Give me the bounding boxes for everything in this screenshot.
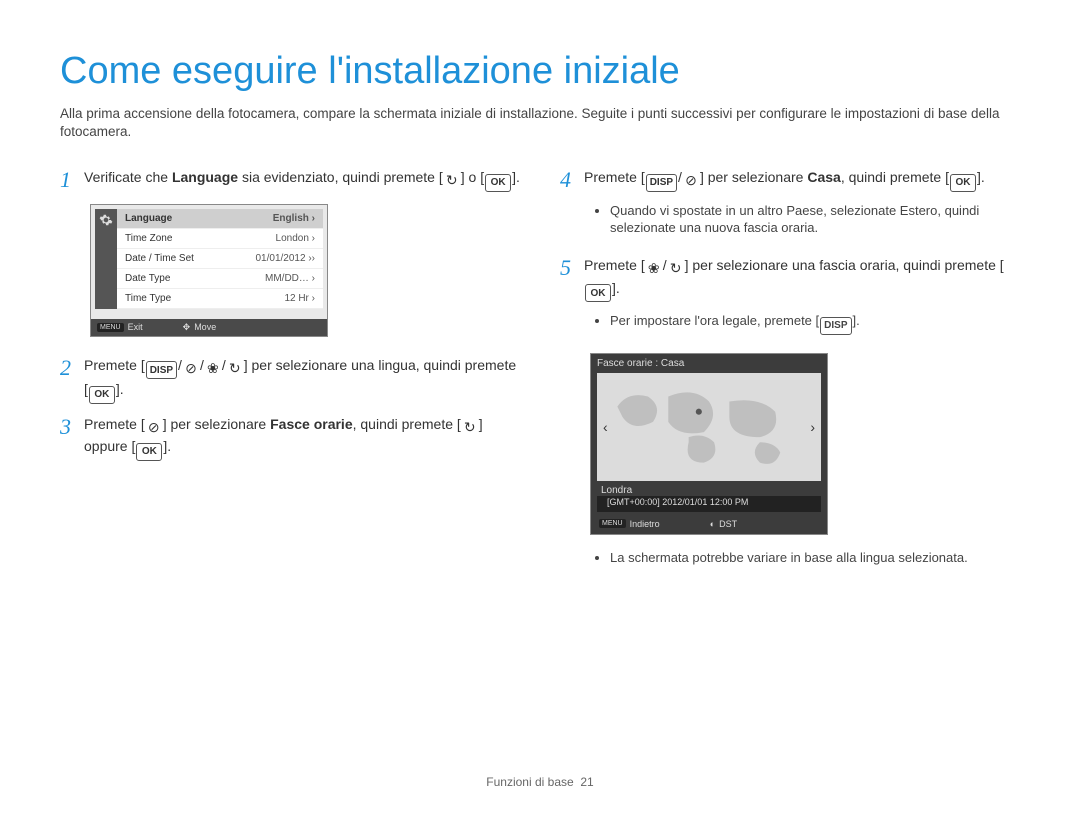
s5-bullet-b: . xyxy=(856,313,860,328)
step1-or: o xyxy=(465,169,481,185)
step3-text-a: Premete xyxy=(84,416,141,432)
step3-period: . xyxy=(167,438,171,454)
move-label: Move xyxy=(194,322,216,332)
timer-icon: ↻ xyxy=(226,359,244,377)
step4-text-b: per selezionare xyxy=(704,169,808,185)
step3-fasce: Fasce orarie xyxy=(270,416,353,432)
step4-text-a: Premete xyxy=(584,169,641,185)
step-number: 4 xyxy=(560,167,584,191)
macro-icon: ❀ xyxy=(645,260,663,278)
step-number: 5 xyxy=(560,255,584,279)
menu-tag: MENU xyxy=(97,323,124,332)
step3-text-d: , quindi premete xyxy=(353,416,457,432)
table-row: Date / Time Set01/01/2012 ›› xyxy=(117,249,323,269)
sc2-title: Fasce orarie : Casa xyxy=(591,354,827,373)
page-footer: Funzioni di base 21 xyxy=(0,775,1080,789)
lcd-timezone-screen: Fasce orarie : Casa ‹ › Londra [GMT+00:0… xyxy=(590,353,828,535)
intro-text: Alla prima accensione della fotocamera, … xyxy=(60,105,1020,141)
disp-button-icon: DISP xyxy=(646,174,677,192)
dst-label: DST xyxy=(719,519,737,529)
settings-table: LanguageEnglish › Time ZoneLondon › Date… xyxy=(117,209,323,309)
chevron-left-icon: ‹ xyxy=(597,419,614,435)
step-5: 5 Premete [❀/↻] per selezionare una fasc… xyxy=(560,255,1020,302)
table-row: Date TypeMM/DD… › xyxy=(117,269,323,289)
ok-button-icon: OK xyxy=(585,284,611,302)
disp-button-icon: DISP xyxy=(820,317,851,335)
sc2-gmt: [GMT+00:00] 2012/01/01 12:00 PM xyxy=(597,496,821,512)
table-row: LanguageEnglish › xyxy=(117,209,323,229)
right-column: 4 Premete [DISP/⊘] per selezionare Casa,… xyxy=(560,167,1020,584)
macro-icon: ❀ xyxy=(204,359,222,377)
menu-tag: MENU xyxy=(599,519,626,528)
step2-period: . xyxy=(120,381,124,397)
table-row: Time ZoneLondon › xyxy=(117,229,323,249)
step-4: 4 Premete [DISP/⊘] per selezionare Casa,… xyxy=(560,167,1020,192)
map-svg xyxy=(597,373,821,481)
ok-button-icon: OK xyxy=(950,174,976,192)
step5-text-a: Premete xyxy=(584,257,641,273)
timer-icon: ↻ xyxy=(461,418,479,436)
step4-period: . xyxy=(981,169,985,185)
step2-text-b: per selezionare una lingua, quindi preme… xyxy=(248,357,517,373)
timer-icon: ↻ xyxy=(667,260,685,278)
s4-bullet-a: Quando vi spostate in un altro Paese, se… xyxy=(610,203,900,218)
step4-text-d: , quindi premete xyxy=(841,169,945,185)
step5-period: . xyxy=(616,280,620,296)
flash-icon: ⊘ xyxy=(682,172,700,190)
s5-note-text: La schermata potrebbe variare in base al… xyxy=(610,549,1020,567)
step3-text-b: per selezionare xyxy=(167,416,271,432)
step-2: 2 Premete [DISP/⊘/❀/↻] per selezionare u… xyxy=(60,355,520,404)
step1-language: Language xyxy=(172,169,238,185)
step-number: 1 xyxy=(60,167,84,191)
world-map: ‹ › xyxy=(597,373,821,481)
step-3: 3 Premete [⊘] per selezionare Fasce orar… xyxy=(60,414,520,461)
page-title: Come eseguire l'installazione iniziale xyxy=(60,50,1020,93)
flash-icon: ⊘ xyxy=(145,418,163,436)
sc2-city: Londra xyxy=(591,481,827,496)
gear-icon xyxy=(95,209,117,309)
step4-bullets: Quando vi spostate in un altro Paese, se… xyxy=(594,202,1020,237)
exit-label: Exit xyxy=(128,322,143,332)
footer-page: 21 xyxy=(580,775,593,789)
footer-section: Funzioni di base xyxy=(486,775,573,789)
step5-text-b: per selezionare una fascia oraria, quind… xyxy=(688,257,999,273)
lcd-settings-screen: LanguageEnglish › Time ZoneLondon › Date… xyxy=(90,204,328,337)
step-number: 3 xyxy=(60,414,84,438)
step1-period: . xyxy=(516,169,520,185)
step5-note: La schermata potrebbe variare in base al… xyxy=(594,549,1020,567)
step-number: 2 xyxy=(60,355,84,379)
left-column: 1 Verificate che Language sia evidenziat… xyxy=(60,167,520,584)
ok-button-icon: OK xyxy=(485,174,511,192)
back-label: Indietro xyxy=(630,519,660,529)
s5-bullet-a: Per impostare l'ora legale, premete xyxy=(610,313,816,328)
table-row: Time Type12 Hr › xyxy=(117,289,323,309)
flash-icon: ⊘ xyxy=(182,359,200,377)
step-1: 1 Verificate che Language sia evidenziat… xyxy=(60,167,520,192)
s4-estero: Estero xyxy=(900,203,938,218)
timer-icon: ↻ xyxy=(443,172,461,190)
disp-button-icon: DISP xyxy=(146,361,177,379)
ok-button-icon: OK xyxy=(89,386,115,404)
step1-text-a: Verificate che xyxy=(84,169,172,185)
dst-toggle-icon: ◐ xyxy=(710,519,715,529)
step3-or: oppure xyxy=(84,438,131,454)
step4-casa: Casa xyxy=(807,169,840,185)
step2-text-a: Premete xyxy=(84,357,141,373)
step1-text-c: sia evidenziato, quindi premete xyxy=(238,169,439,185)
step5-bullets: Per impostare l'ora legale, premete [DIS… xyxy=(594,312,1020,335)
chevron-right-icon: › xyxy=(804,419,821,435)
ok-button-icon: OK xyxy=(136,443,162,461)
nav-dpad-icon: ✥ xyxy=(183,322,191,333)
